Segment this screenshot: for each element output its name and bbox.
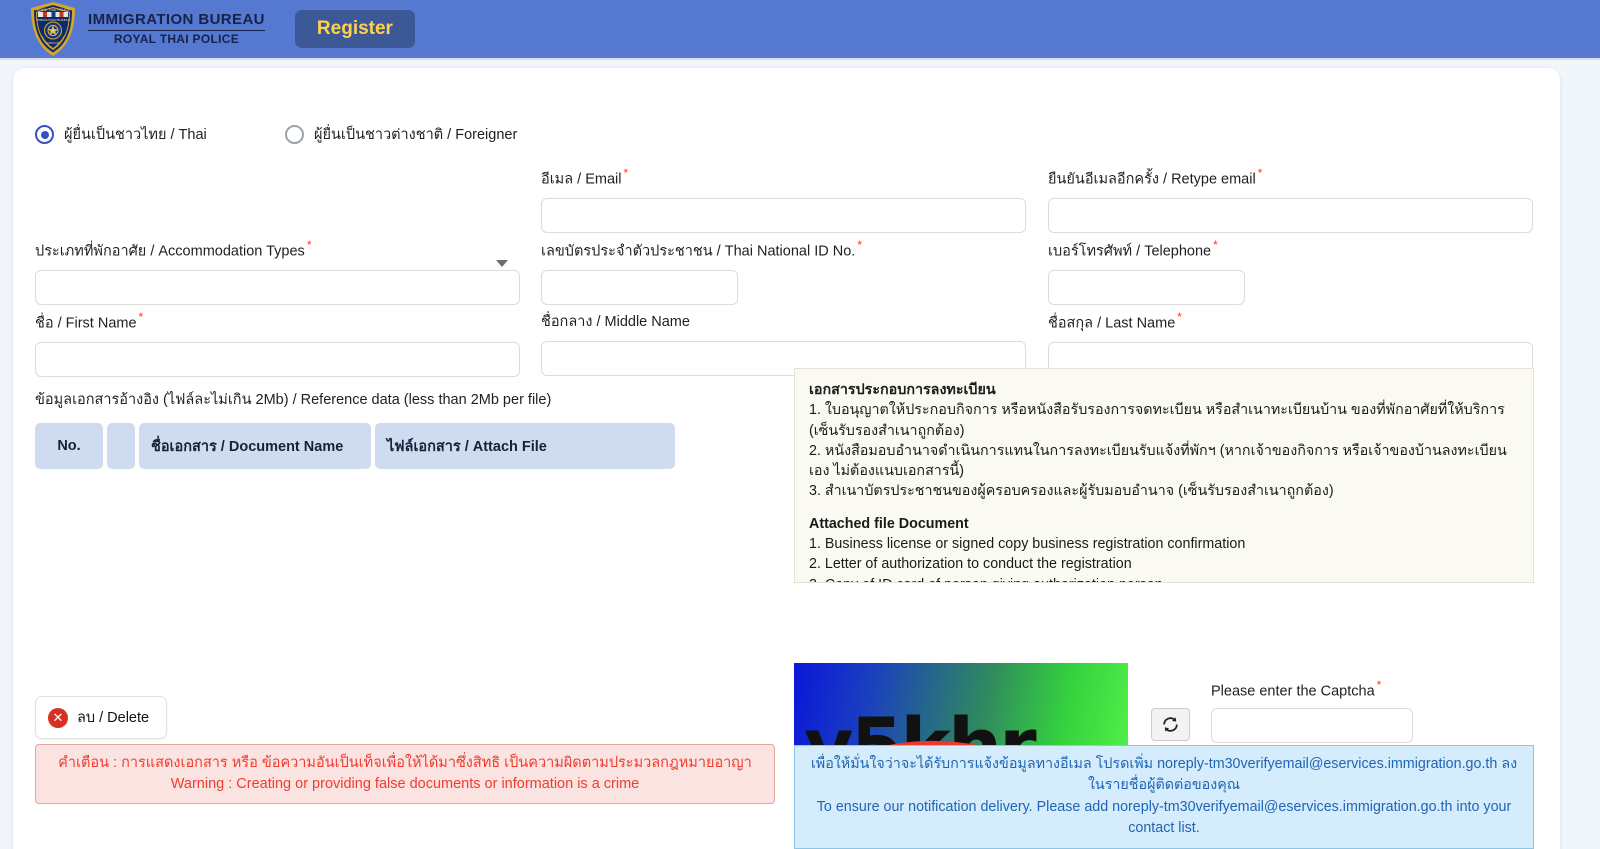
required-documents-info-panel: เอกสารประกอบการลงทะเบียน 1. ใบอนุญาตให้ป…: [794, 368, 1534, 583]
refresh-icon: [1163, 717, 1178, 732]
false-document-warning: คำเตือน : การแสดงเอกสาร หรือ ข้อความอันเ…: [35, 744, 775, 805]
brand-line-primary: IMMIGRATION BUREAU: [88, 12, 265, 32]
delete-button[interactable]: ✕ ลบ / Delete: [35, 696, 168, 739]
national-id-input[interactable]: [541, 270, 738, 306]
field-first-name: ชื่อ / First Name *: [35, 310, 520, 378]
table-col-document-name: ชื่อเอกสาร / Document Name: [139, 423, 371, 469]
first-name-required-marker: *: [138, 310, 144, 324]
radio-thai-label: ผู้ยื่นเป็นชาวไทย / Thai: [64, 127, 207, 143]
info-thai-item-3: 3. สำเนาบัตรประชาชนของผู้ครอบครองและผู้ร…: [809, 483, 1334, 500]
retype-email-required-marker: *: [1257, 166, 1263, 180]
info-english-heading: Attached file Document: [809, 515, 969, 532]
field-middle-name: ชื่อกลาง / Middle Name: [541, 310, 1026, 376]
police-badge-icon: ROYAL THAI POLICE IMMIGRATION BUREAU SER…: [31, 2, 75, 56]
svg-text:ROYAL THAI POLICE: ROYAL THAI POLICE: [36, 8, 69, 12]
national-id-label: เลขบัตรประจำตัวประชาชน / Thai National I…: [541, 243, 856, 260]
telephone-input[interactable]: [1048, 270, 1245, 306]
last-name-label: ชื่อสกุล / Last Name: [1048, 315, 1176, 332]
info-english-item-2: 2. Letter of authorization to conduct th…: [809, 556, 1132, 573]
accommodation-required-marker: *: [306, 238, 312, 252]
captcha-input[interactable]: [1211, 708, 1413, 744]
telephone-required-marker: *: [1213, 238, 1218, 252]
notice-text-english: To ensure our notification delivery. Ple…: [816, 798, 1512, 837]
registration-card: ผู้ยื่นเป็นชาวไทย / Thai ผู้ยื่นเป็นชาวต…: [13, 68, 1560, 849]
captcha-refresh-button[interactable]: [1151, 708, 1190, 741]
captcha-required-marker: *: [1376, 678, 1382, 692]
brand-logo: ROYAL THAI POLICE IMMIGRATION BUREAU SER…: [28, 1, 265, 57]
field-telephone: เบอร์โทรศัพท์ / Telephone *: [1048, 238, 1533, 306]
info-thai-item-1: 1. ใบอนุญาตให้ประกอบกิจการ หรือหนังสือรั…: [809, 402, 1505, 439]
page-body: ผู้ยื่นเป็นชาวไทย / Thai ผู้ยื่นเป็นชาวต…: [0, 60, 1600, 849]
email-label: อีเมล / Email: [541, 171, 622, 188]
radio-option-thai[interactable]: ผู้ยื่นเป็นชาวไทย / Thai: [35, 123, 207, 146]
app-header: ROYAL THAI POLICE IMMIGRATION BUREAU SER…: [0, 0, 1600, 60]
retype-email-input[interactable]: [1048, 198, 1533, 234]
field-captcha: Please enter the Captcha *: [1211, 678, 1413, 744]
last-name-required-marker: *: [1177, 310, 1182, 324]
field-national-id: เลขบัตรประจำตัวประชาชน / Thai National I…: [541, 238, 1026, 306]
table-col-blank: [107, 423, 135, 469]
middle-name-label: ชื่อกลาง / Middle Name: [541, 314, 690, 330]
warning-text-english: Warning : Creating or providing false do…: [170, 776, 640, 793]
first-name-input[interactable]: [35, 342, 520, 378]
reference-data-label: ข้อมูลเอกสารอ้างอิง (ไฟล์ละไม่เกิน 2Mb) …: [35, 392, 552, 408]
svg-text:IMMIGRATION BUREAU: IMMIGRATION BUREAU: [36, 18, 70, 22]
national-id-required-marker: *: [857, 238, 862, 252]
delete-button-label: ลบ / Delete: [77, 710, 150, 726]
field-retype-email: ยืนยันอีเมลอีกครั้ง / Retype email *: [1048, 166, 1533, 234]
radio-option-foreigner[interactable]: ผู้ยื่นเป็นชาวต่างชาติ / Foreigner: [285, 123, 517, 146]
accommodation-label: ประเภทที่พักอาศัย / Accommodation Types: [35, 243, 305, 260]
captcha-input-label: Please enter the Captcha: [1211, 683, 1375, 700]
table-col-no: No.: [35, 423, 103, 469]
email-required-marker: *: [623, 166, 629, 180]
info-english-item-1: 1. Business license or signed copy busin…: [809, 536, 1246, 553]
brand-line-secondary: ROYAL THAI POLICE: [113, 32, 240, 47]
radio-thai-input[interactable]: [35, 125, 54, 144]
field-email: อีเมล / Email *: [541, 166, 1026, 234]
notice-text-thai: เพื่อให้มั่นใจว่าจะได้รับการแจ้งข้อมูลทา…: [810, 756, 1518, 794]
documents-table-body: [35, 473, 775, 683]
accommodation-select[interactable]: [35, 270, 520, 306]
info-thai-item-2: 2. หนังสือมอบอำนาจดำเนินการแทนในการลงทะเ…: [809, 442, 1507, 480]
table-col-attach-file: ไฟล์เอกสาร / Attach File: [375, 423, 675, 469]
info-english-item-3: 3. Copy of ID card of person giving auth…: [809, 575, 1519, 582]
tab-register[interactable]: Register: [294, 10, 415, 48]
field-accommodation-type: ประเภทที่พักอาศัย / Accommodation Types *: [35, 238, 520, 306]
email-input[interactable]: [541, 198, 1026, 234]
telephone-label: เบอร์โทรศัพท์ / Telephone: [1048, 243, 1212, 260]
info-divider: [809, 502, 1519, 514]
retype-email-label: ยืนยันอีเมลอีกครั้ง / Retype email: [1048, 171, 1256, 188]
radio-foreigner-label: ผู้ยื่นเป็นชาวต่างชาติ / Foreigner: [314, 127, 518, 143]
chevron-down-icon: [496, 260, 508, 267]
svg-text:SERVICE: SERVICE: [47, 41, 60, 45]
brand-wordmark: IMMIGRATION BUREAU ROYAL THAI POLICE: [88, 12, 265, 45]
first-name-label: ชื่อ / First Name: [35, 315, 137, 332]
email-whitelist-notice: เพื่อให้มั่นใจว่าจะได้รับการแจ้งข้อมูลทา…: [794, 745, 1534, 849]
radio-foreigner-input[interactable]: [285, 125, 304, 144]
info-thai-heading: เอกสารประกอบการลงทะเบียน: [809, 382, 996, 398]
documents-table-header: No. ชื่อเอกสาร / Document Name ไฟล์เอกสา…: [35, 423, 775, 469]
warning-text-thai: คำเตือน : การแสดงเอกสาร หรือ ข้อความอันเ…: [58, 755, 752, 771]
close-icon: ✕: [48, 707, 68, 728]
